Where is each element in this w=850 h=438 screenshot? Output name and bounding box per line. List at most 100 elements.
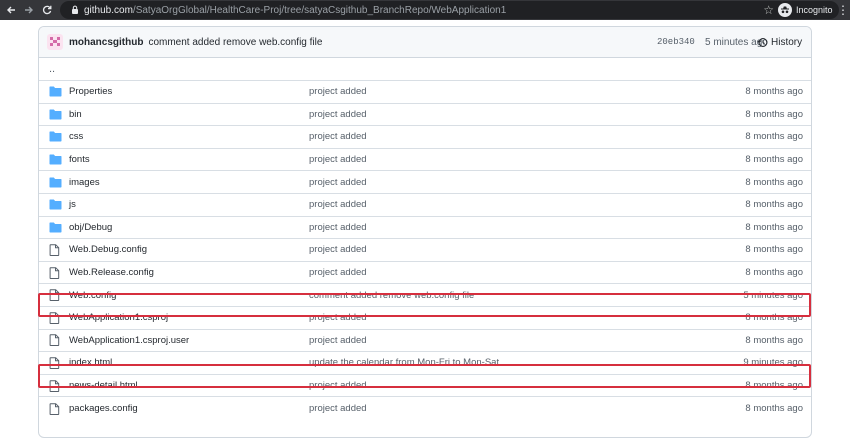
commit-message-link[interactable]: update the calendar from Mon-Fri to Mon-…	[309, 357, 499, 368]
commit-age: 8 months ago	[745, 176, 803, 188]
commit-age: 8 months ago	[745, 86, 803, 98]
commit-age: 8 months ago	[745, 267, 803, 279]
file-row[interactable]: Web.config comment added remove web.confi…	[39, 284, 811, 307]
reload-icon	[42, 5, 52, 15]
file-name-link[interactable]: index.html	[69, 357, 112, 368]
file-icon	[49, 262, 60, 284]
commit-message-link[interactable]: project added	[309, 244, 367, 255]
file-name-link[interactable]: Web.Release.config	[69, 267, 154, 278]
file-name-link[interactable]: news-detail.html	[69, 380, 138, 391]
latest-commit-bar: mohancsgithub comment added remove web.c…	[39, 27, 811, 58]
parent-directory-label: ..	[49, 63, 56, 75]
arrow-right-icon	[25, 6, 33, 14]
commit-message-link[interactable]: project added	[309, 154, 367, 165]
commit-age: 8 months ago	[745, 154, 803, 166]
commit-age: 8 months ago	[745, 244, 803, 256]
file-name-link[interactable]: WebApplication1.csproj.user	[69, 335, 189, 346]
file-name-link[interactable]: Properties	[69, 86, 112, 97]
file-row[interactable]: js project added 8 months ago	[39, 194, 811, 217]
incognito-label: Incognito	[796, 5, 833, 15]
file-row[interactable]: Web.Debug.config project added 8 months ag…	[39, 239, 811, 262]
browser-toolbar: github.com/SatyaOrgGlobal/HealthCare-Pro…	[0, 0, 850, 20]
file-icon	[49, 284, 60, 306]
file-name-link[interactable]: packages.config	[69, 403, 138, 414]
commit-author[interactable]: mohancsgithub	[69, 37, 143, 48]
file-row[interactable]: Properties project added 8 months ago	[39, 81, 811, 104]
commit-message-link[interactable]: comment added remove web.config file	[309, 290, 474, 301]
arrow-left-icon	[7, 6, 15, 14]
file-name-link[interactable]: images	[69, 177, 100, 188]
history-icon	[757, 37, 768, 47]
commit-sha[interactable]: 20eb340	[657, 27, 695, 57]
commit-age: 8 months ago	[745, 221, 803, 233]
commit-age: 8 months ago	[745, 108, 803, 120]
history-button[interactable]: History	[757, 27, 802, 57]
file-name-link[interactable]: WebApplication1.csproj	[69, 312, 168, 323]
avatar[interactable]	[47, 34, 63, 50]
file-name-link[interactable]: css	[69, 131, 83, 142]
address-bar[interactable]: github.com/SatyaOrgGlobal/HealthCare-Pro…	[60, 1, 788, 19]
parent-directory-link[interactable]: ..	[39, 58, 811, 81]
folder-icon	[49, 149, 62, 171]
file-name-link[interactable]: Web.Debug.config	[69, 244, 147, 255]
file-icon	[49, 239, 60, 261]
file-row[interactable]: packages.config project added 8 months ago	[39, 397, 811, 420]
commit-age: 5 minutes ago	[743, 289, 803, 301]
commit-message[interactable]: comment added remove web.config file	[148, 37, 322, 48]
file-row[interactable]: obj/Debug project added 8 months ago	[39, 217, 811, 240]
folder-icon	[49, 81, 62, 103]
file-row[interactable]: index.html update the calendar from Mon-F…	[39, 352, 811, 375]
file-row[interactable]: css project added 8 months ago	[39, 126, 811, 149]
commit-message-link[interactable]: project added	[309, 403, 367, 414]
commit-age: 8 months ago	[745, 131, 803, 143]
file-name-link[interactable]: obj/Debug	[69, 222, 112, 233]
folder-icon	[49, 104, 62, 126]
commit-message-link[interactable]: project added	[309, 131, 367, 142]
history-label: History	[771, 36, 803, 48]
file-row[interactable]: Web.Release.config project added 8 months …	[39, 262, 811, 285]
commit-message-link[interactable]: project added	[309, 380, 367, 391]
file-icon	[49, 397, 60, 420]
commit-message-link[interactable]: project added	[309, 267, 367, 278]
file-icon	[49, 375, 60, 397]
file-icon	[49, 352, 60, 374]
file-row[interactable]: WebApplication1.csproj project added 8 mon…	[39, 307, 811, 330]
file-row[interactable]: WebApplication1.csproj.user project added…	[39, 330, 811, 353]
commit-age: 8 months ago	[745, 334, 803, 346]
url-text: github.com/SatyaOrgGlobal/HealthCare-Pro…	[84, 5, 506, 16]
reload-button[interactable]	[38, 0, 56, 20]
commit-age: 8 months ago	[745, 380, 803, 392]
commit-age: 9 minutes ago	[743, 357, 803, 369]
url-host: github.com	[84, 4, 133, 16]
commit-message-link[interactable]: project added	[309, 199, 367, 210]
commit-age: 8 months ago	[745, 312, 803, 324]
folder-icon	[49, 171, 62, 193]
incognito-indicator[interactable]: Incognito	[776, 1, 839, 19]
file-name-link[interactable]: Web.config	[69, 290, 116, 301]
commit-message-link[interactable]: project added	[309, 222, 367, 233]
file-row[interactable]: images project added 8 months ago	[39, 171, 811, 194]
file-name-link[interactable]: js	[69, 199, 76, 210]
file-row[interactable]: news-detail.html project added 8 months ag…	[39, 375, 811, 398]
url-path: /SatyaOrgGlobal/HealthCare-Proj/tree/sat…	[132, 4, 507, 16]
folder-icon	[49, 126, 62, 148]
bookmark-star-icon[interactable]: ☆	[763, 1, 774, 19]
file-name-link[interactable]: fonts	[69, 154, 90, 165]
incognito-icon	[778, 3, 792, 17]
commit-message-link[interactable]: project added	[309, 109, 367, 120]
commit-message-link[interactable]: project added	[309, 312, 367, 323]
file-icon	[49, 330, 60, 352]
commit-message-link[interactable]: project added	[309, 86, 367, 97]
browser-menu-icon[interactable]: ⋮	[836, 0, 850, 20]
file-row[interactable]: fonts project added 8 months ago	[39, 149, 811, 172]
file-name-link[interactable]: bin	[69, 109, 82, 120]
forward-button[interactable]	[20, 0, 38, 20]
commit-message-link[interactable]: project added	[309, 177, 367, 188]
commit-age: 8 months ago	[745, 199, 803, 211]
folder-icon	[49, 194, 62, 216]
file-row[interactable]: bin project added 8 months ago	[39, 104, 811, 127]
commit-message-link[interactable]: project added	[309, 335, 367, 346]
back-button[interactable]	[2, 0, 20, 20]
folder-icon	[49, 217, 62, 239]
commit-age: 8 months ago	[745, 403, 803, 415]
